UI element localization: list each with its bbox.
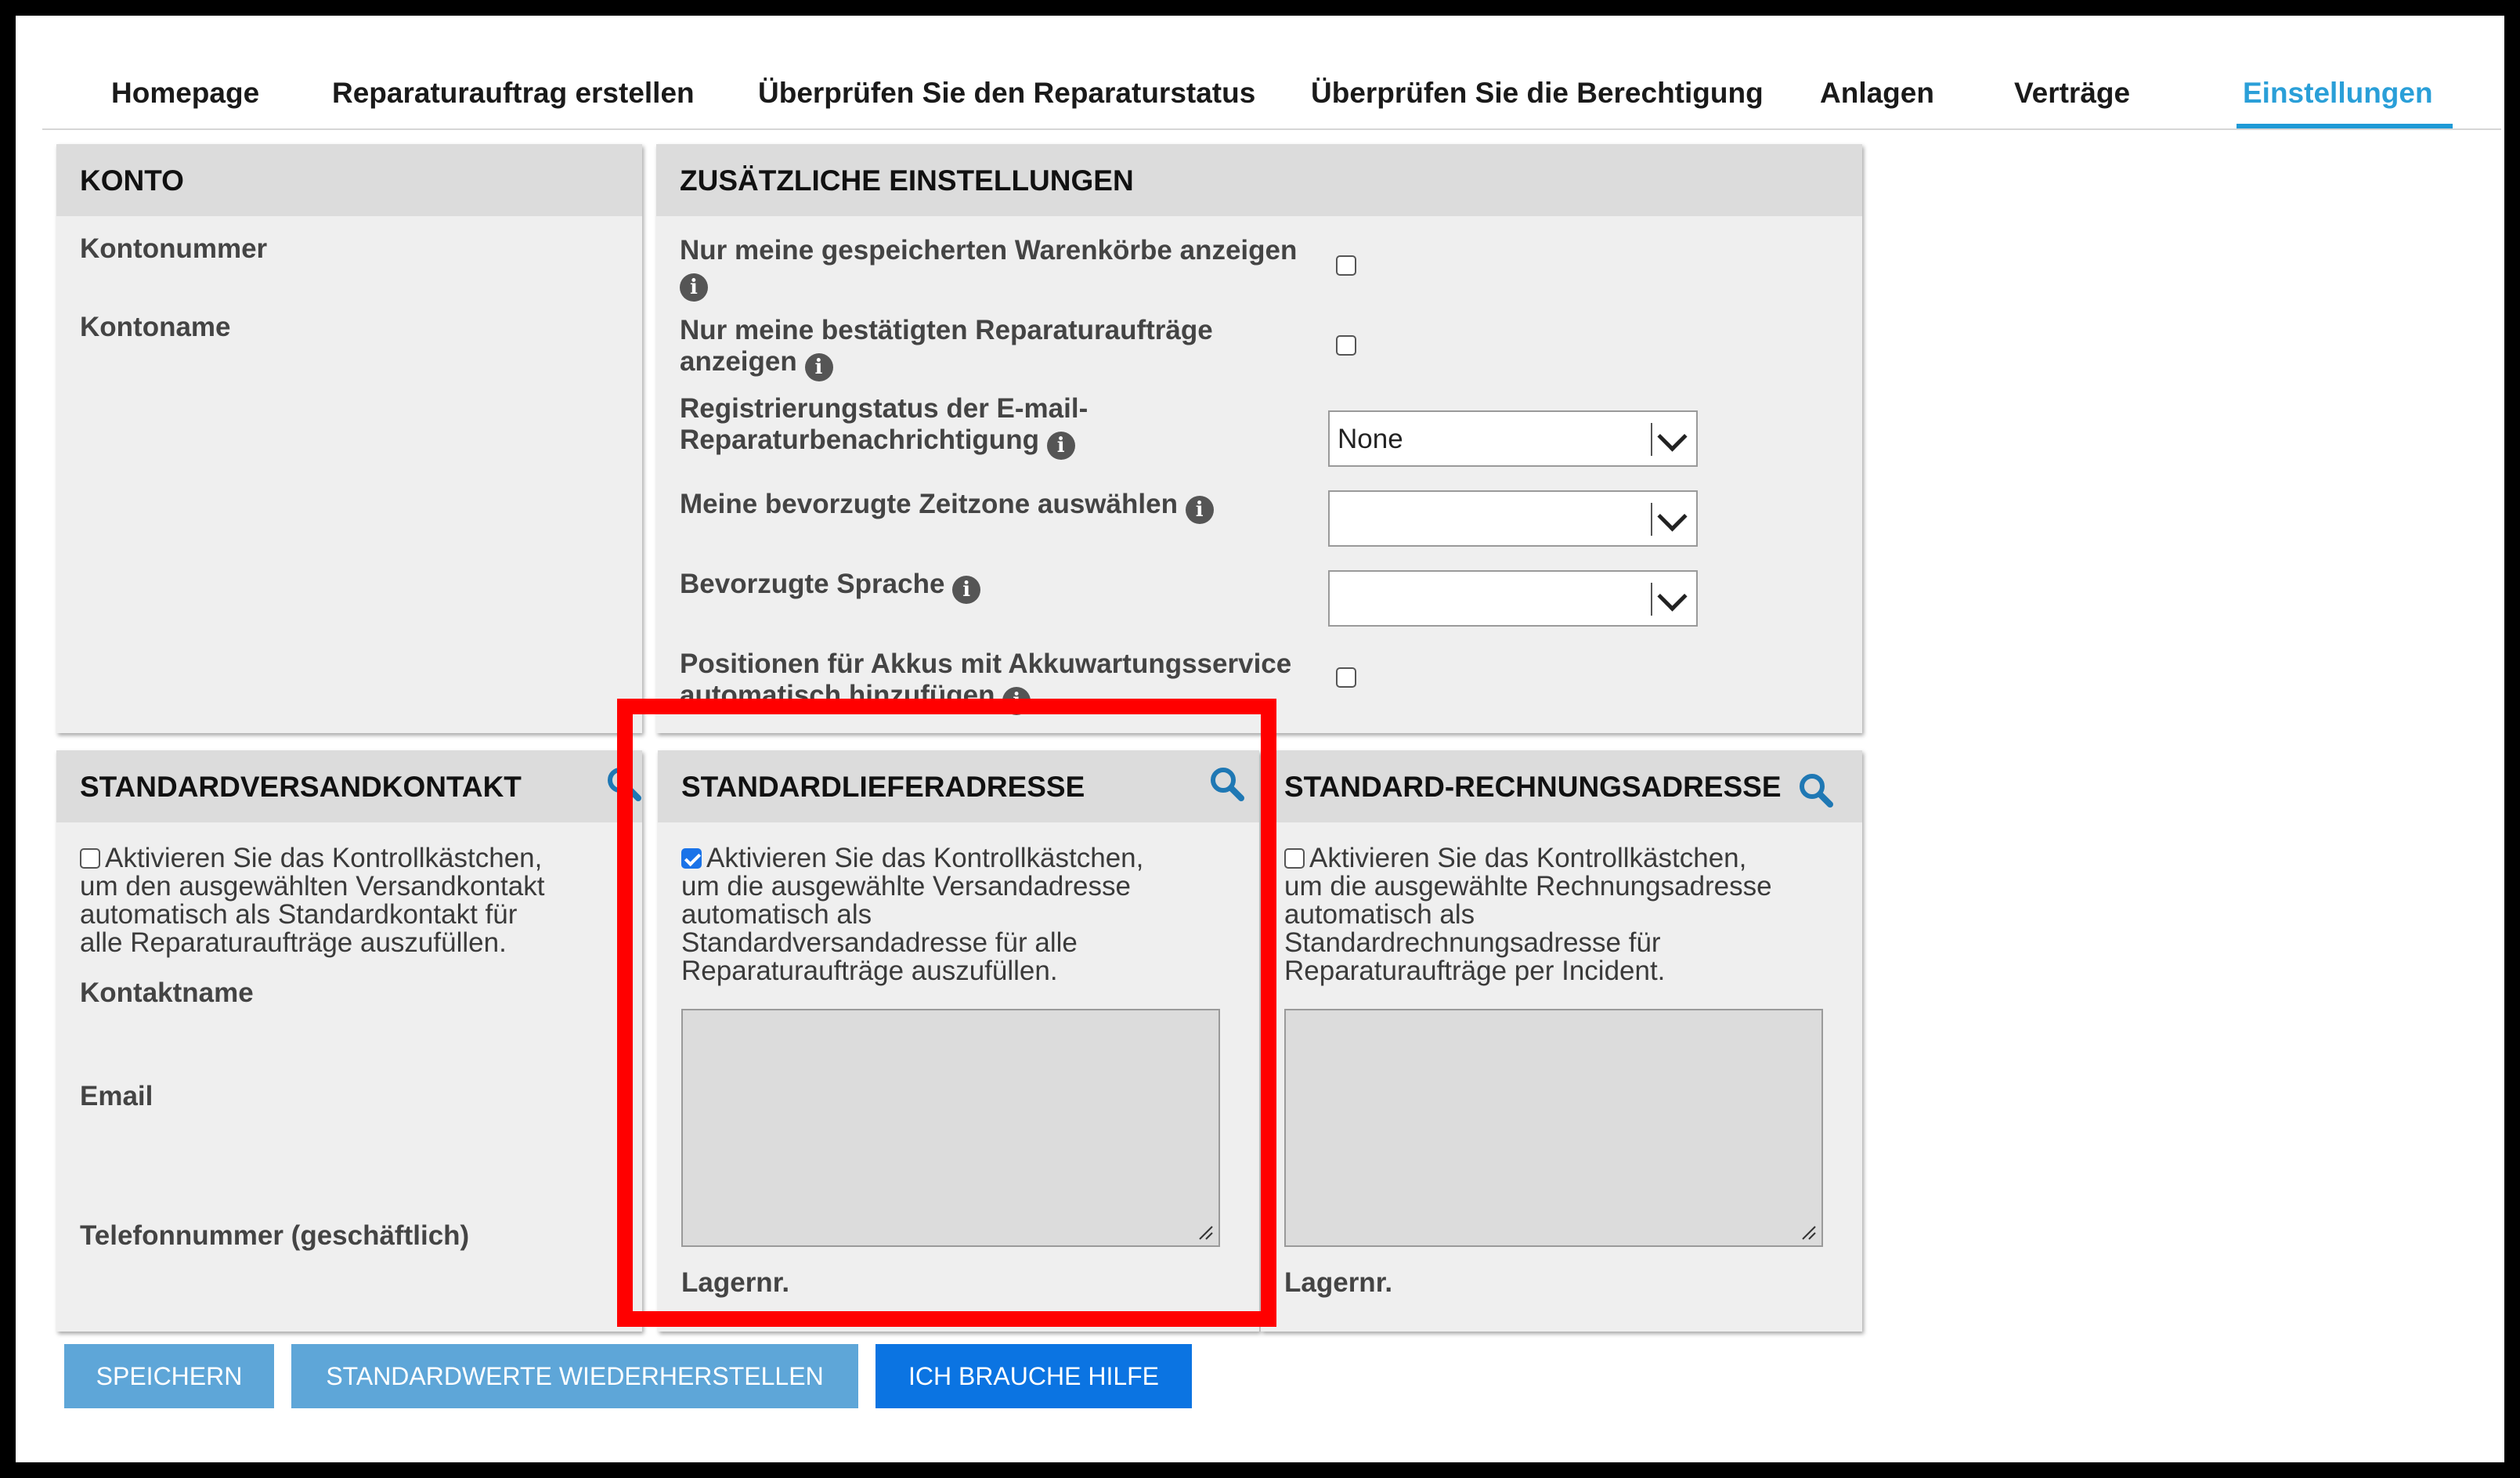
additional-settings-header: ZUSÄTZLICHE EINSTELLUNGEN xyxy=(656,144,1862,216)
language-setting: Bevorzugte Sprache i xyxy=(680,569,1322,604)
search-icon[interactable] xyxy=(1796,771,1834,808)
info-icon[interactable]: i xyxy=(804,353,833,381)
language-label: Bevorzugte Sprache xyxy=(680,569,945,599)
timezone-label: Meine bevorzugte Zeitzone auswählen xyxy=(680,489,1178,519)
tab-create-repair-order[interactable]: Reparaturauftrag erstellen xyxy=(332,77,695,128)
email-notification-value: None xyxy=(1338,424,1403,454)
billing-address-desc-line1: Aktivieren Sie das Kontrollkästchen, xyxy=(1309,843,1747,873)
info-icon[interactable]: i xyxy=(680,273,708,302)
additional-settings-panel: ZUSÄTZLICHE EINSTELLUNGEN Nur meine gesp… xyxy=(656,144,1862,733)
billing-address-desc-line3: automatisch als xyxy=(1284,899,1475,930)
resize-grip-icon[interactable] xyxy=(1195,1222,1214,1241)
save-button[interactable]: SPEICHERN xyxy=(64,1344,274,1408)
delivery-warehouse-label: Lagernr. xyxy=(681,1267,790,1298)
battery-label-line2: automatisch hinzufügen xyxy=(680,680,995,710)
delivery-address-title: STANDARDLIEFERADRESSE xyxy=(681,771,1085,803)
select-separator xyxy=(1651,583,1652,616)
tab-settings[interactable]: Einstellungen xyxy=(2243,77,2433,128)
billing-address-checkbox[interactable] xyxy=(1284,848,1305,869)
shipping-contact-desc-line4: alle Reparaturaufträge auszufüllen. xyxy=(80,927,507,958)
email-notification-select[interactable]: None xyxy=(1328,410,1698,467)
delivery-address-desc-line4: Standardversandadresse für alle xyxy=(681,927,1078,958)
shipping-contact-desc-line2: um den ausgewählten Versandkontakt xyxy=(80,871,545,902)
chevron-down-icon xyxy=(1657,421,1688,452)
email-label: Email xyxy=(80,1081,153,1111)
language-select[interactable] xyxy=(1328,570,1698,627)
timezone-setting: Meine bevorzugte Zeitzone auswählen i xyxy=(680,489,1322,524)
tab-assets[interactable]: Anlagen xyxy=(1820,77,1934,128)
billing-address-description: Aktivieren Sie das Kontrollkästchen, um … xyxy=(1284,844,1848,985)
shipping-contact-desc-line3: automatisch als Standardkontakt für xyxy=(80,899,518,930)
shipping-contact-title: STANDARDVERSANDKONTAKT xyxy=(80,771,522,803)
select-separator xyxy=(1651,503,1652,536)
battery-label-line1: Positionen für Akkus mit Akkuwartungsser… xyxy=(680,649,1292,679)
main-nav: Homepage Reparaturauftrag erstellen Über… xyxy=(42,55,2501,130)
account-panel: KONTO Kontonummer Kontoname xyxy=(56,144,642,733)
search-icon[interactable] xyxy=(1208,764,1245,802)
email-notification-label-line1: Registrierungstatus der E-mail- xyxy=(680,393,1089,424)
delivery-address-checkbox[interactable] xyxy=(681,848,702,869)
delivery-address-panel: STANDARDLIEFERADRESSE Aktivieren Sie das… xyxy=(658,750,1259,1332)
email-notification-label-line2: Reparaturbenachrichtigung xyxy=(680,425,1039,455)
tab-contracts[interactable]: Verträge xyxy=(2014,77,2130,128)
resize-grip-icon[interactable] xyxy=(1798,1222,1817,1241)
confirmed-orders-checkbox[interactable] xyxy=(1336,335,1356,356)
billing-address-desc-line2: um die ausgewählte Rechnungsadresse xyxy=(1284,871,1772,902)
tab-check-entitlement[interactable]: Überprüfen Sie die Berechtigung xyxy=(1311,77,1764,128)
select-separator xyxy=(1651,423,1652,456)
account-panel-header: KONTO xyxy=(56,144,642,216)
info-icon[interactable]: i xyxy=(1185,496,1214,524)
settings-page: Homepage Reparaturauftrag erstellen Über… xyxy=(16,16,2504,1462)
saved-carts-label: Nur meine gespeicherten Warenkörbe anzei… xyxy=(680,235,1298,266)
confirmed-orders-label-line2: anzeigen xyxy=(680,346,797,377)
tab-check-repair-status[interactable]: Überprüfen Sie den Reparaturstatus xyxy=(758,77,1255,128)
delivery-address-desc-line3: automatisch als xyxy=(681,899,872,930)
shipping-contact-desc-line1: Aktivieren Sie das Kontrollkästchen, xyxy=(105,843,543,873)
need-help-button[interactable]: ICH BRAUCHE HILFE xyxy=(876,1344,1192,1408)
delivery-address-desc-line5: Reparaturaufträge auszufüllen. xyxy=(681,956,1058,986)
shipping-contact-panel: STANDARDVERSANDKONTAKT Aktivieren Sie da… xyxy=(56,750,642,1332)
billing-address-title: STANDARD-RECHNUNGSADRESSE xyxy=(1284,771,1782,803)
restore-defaults-button[interactable]: STANDARDWERTE WIEDERHERSTELLEN xyxy=(291,1344,858,1408)
confirmed-orders-setting: Nur meine bestätigten Reparaturaufträge … xyxy=(680,315,1322,381)
contact-name-label: Kontaktname xyxy=(80,978,254,1008)
email-notification-setting: Registrierungstatus der E-mail- Reparatu… xyxy=(680,393,1322,460)
info-icon[interactable]: i xyxy=(1002,687,1031,715)
delivery-address-textarea[interactable] xyxy=(681,1009,1220,1247)
delivery-address-description: Aktivieren Sie das Kontrollkästchen, um … xyxy=(681,844,1245,985)
phone-label: Telefonnummer (geschäftlich) xyxy=(80,1220,470,1251)
billing-address-panel: STANDARD-RECHNUNGSADRESSE Aktivieren Sie… xyxy=(1261,750,1862,1332)
shipping-contact-header: STANDARDVERSANDKONTAKT xyxy=(56,750,642,822)
search-icon[interactable] xyxy=(605,764,642,802)
battery-setting: Positionen für Akkus mit Akkuwartungsser… xyxy=(680,649,1322,715)
chevron-down-icon xyxy=(1657,501,1688,532)
delivery-address-desc-line2: um die ausgewählte Versandadresse xyxy=(681,871,1131,902)
info-icon[interactable]: i xyxy=(1046,432,1075,460)
additional-settings-title: ZUSÄTZLICHE EINSTELLUNGEN xyxy=(680,164,1134,197)
tab-homepage[interactable]: Homepage xyxy=(111,77,259,128)
active-tab-indicator xyxy=(2237,124,2453,128)
confirmed-orders-label-line1: Nur meine bestätigten Reparaturaufträge xyxy=(680,315,1213,345)
shipping-contact-description: Aktivieren Sie das Kontrollkästchen, um … xyxy=(80,844,628,957)
billing-address-textarea[interactable] xyxy=(1284,1009,1823,1247)
delivery-address-desc-line1: Aktivieren Sie das Kontrollkästchen, xyxy=(706,843,1144,873)
billing-address-header: STANDARD-RECHNUNGSADRESSE xyxy=(1261,750,1862,822)
billing-address-desc-line4: Standardrechnungsadresse für xyxy=(1284,927,1661,958)
shipping-contact-checkbox[interactable] xyxy=(80,848,100,869)
account-name-label: Kontoname xyxy=(80,312,231,342)
chevron-down-icon xyxy=(1657,581,1688,612)
info-icon[interactable]: i xyxy=(952,576,981,604)
account-panel-title: KONTO xyxy=(80,164,184,197)
billing-address-desc-line5: Reparaturaufträge per Incident. xyxy=(1284,956,1666,986)
delivery-address-header: STANDARDLIEFERADRESSE xyxy=(658,750,1259,822)
account-number-label: Kontonummer xyxy=(80,233,268,264)
billing-warehouse-label: Lagernr. xyxy=(1284,1267,1393,1298)
saved-carts-setting: Nur meine gespeicherten Warenkörbe anzei… xyxy=(680,235,1322,302)
battery-checkbox[interactable] xyxy=(1336,667,1356,688)
timezone-select[interactable] xyxy=(1328,490,1698,547)
saved-carts-checkbox[interactable] xyxy=(1336,255,1356,276)
